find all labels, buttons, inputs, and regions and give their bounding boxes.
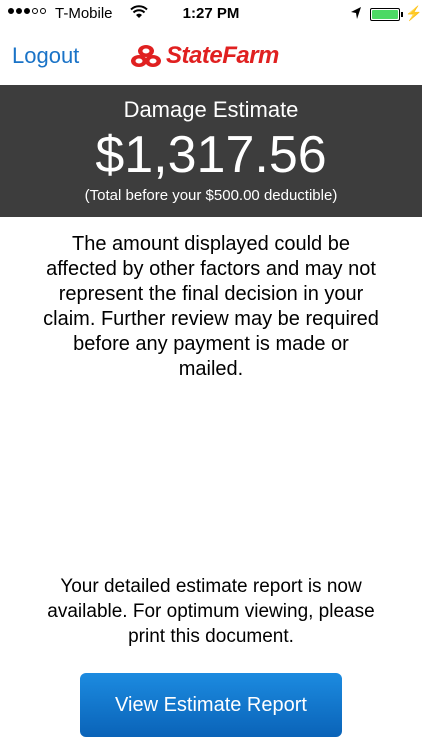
deductible-note: (Total before your $500.00 deductible) xyxy=(84,187,338,204)
statefarm-ovals-icon xyxy=(131,45,161,67)
estimate-title: Damage Estimate xyxy=(123,97,299,122)
battery-tip xyxy=(401,12,403,17)
logo-text: StateFarm xyxy=(166,42,279,69)
location-arrow-icon xyxy=(350,6,362,24)
statefarm-logo: StateFarm xyxy=(130,42,279,70)
report-available-text: Your detailed estimate report is now ava… xyxy=(47,576,375,647)
status-bar: T-Mobile 1:27 PM ⚡ xyxy=(0,0,422,30)
nav-bar: Logout StateFarm xyxy=(0,30,422,85)
battery-icon xyxy=(370,8,400,21)
logout-button[interactable]: Logout xyxy=(12,43,79,69)
charging-icon: ⚡ xyxy=(405,5,422,21)
view-estimate-report-button[interactable]: View Estimate Report xyxy=(80,673,342,737)
disclaimer-text: The amount displayed could be affected b… xyxy=(43,233,379,380)
estimate-amount: $1,317.56 xyxy=(95,126,327,184)
estimate-header: Damage Estimate $1,317.56 (Total before … xyxy=(0,85,422,217)
